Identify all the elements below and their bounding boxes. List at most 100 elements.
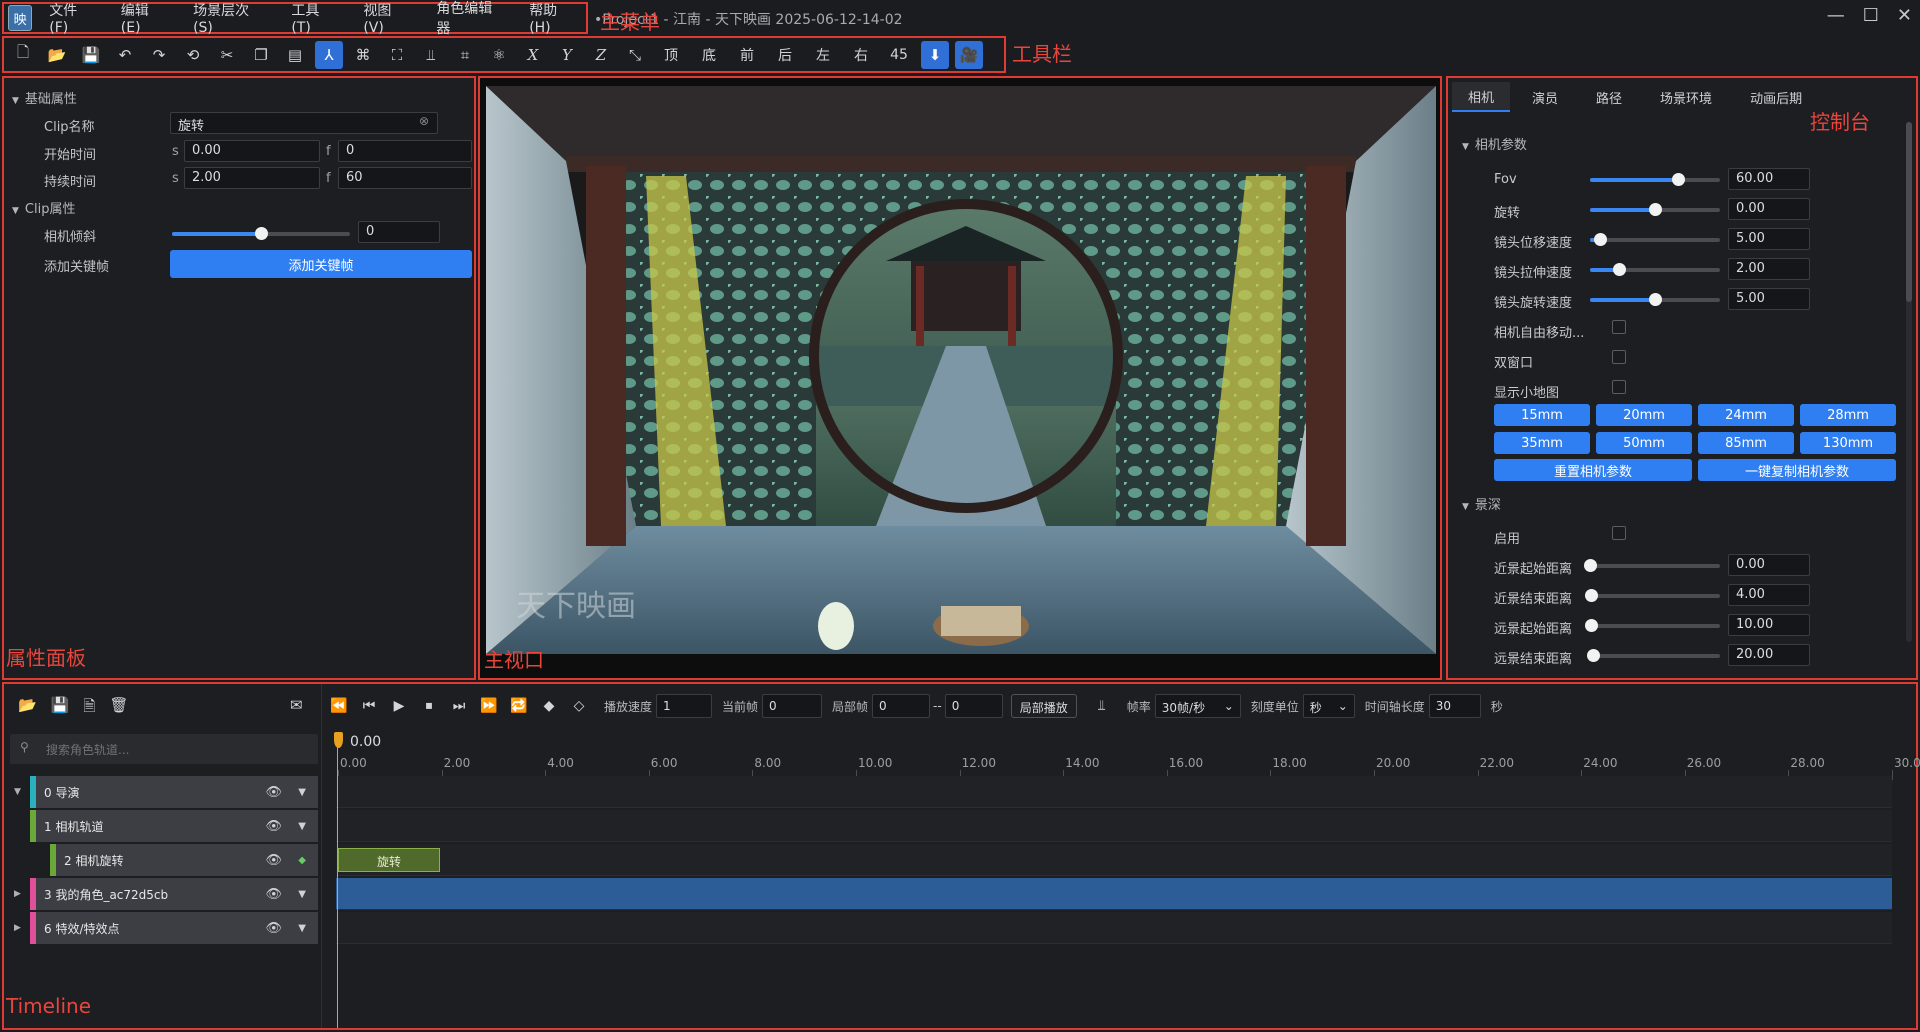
lens-24mm-button[interactable]: 24mm <box>1698 404 1794 426</box>
stop-icon[interactable]: ⏹ <box>414 692 444 720</box>
lens-85mm-button[interactable]: 85mm <box>1698 432 1794 454</box>
cut-icon[interactable]: ✂ <box>210 41 244 69</box>
local-play-button[interactable]: 局部播放 <box>1010 694 1077 718</box>
camera-param-slider-2[interactable] <box>1590 233 1720 246</box>
save-as-icon[interactable]: 🗎 <box>83 696 95 721</box>
dof-param-input-0[interactable]: 0.00 <box>1728 554 1810 576</box>
dof-param-input-1[interactable]: 4.00 <box>1728 584 1810 606</box>
lane-director[interactable] <box>336 776 1892 808</box>
expand-camera-track-icon[interactable]: ▼ <box>14 787 21 797</box>
menu-scene-hierarchy[interactable]: 场景层次(S) <box>182 0 274 36</box>
dof-param-slider-1[interactable] <box>1585 589 1720 602</box>
group-icon[interactable]: ⌘ <box>346 41 380 69</box>
dof-param-input-2[interactable]: 10.00 <box>1728 614 1810 636</box>
lane-camera-rotation[interactable]: 旋转 <box>336 844 1892 876</box>
dof-param-slider-3[interactable] <box>1586 649 1720 662</box>
slider-knob[interactable] <box>1649 293 1662 306</box>
menu-character-editor[interactable]: 角色编辑器 <box>425 0 512 38</box>
menu-edit[interactable]: 编辑(E) <box>110 0 176 36</box>
add-keyframe-button[interactable]: 添加关键帧 <box>170 250 472 278</box>
camera-tilt-input[interactable]: 0 <box>358 221 440 243</box>
camera-param-slider-0[interactable] <box>1590 173 1720 186</box>
slider-knob[interactable] <box>1672 173 1686 186</box>
lane-camera[interactable] <box>336 810 1892 842</box>
lens-130mm-button[interactable]: 130mm <box>1800 432 1896 454</box>
scene-render[interactable]: 天下映画 <box>486 86 1436 654</box>
local-frame-start-input[interactable]: 0 <box>872 694 931 718</box>
download-icon[interactable]: ⬇ <box>921 40 949 69</box>
save-icon[interactable]: 💾 <box>51 696 70 721</box>
camera-param-slider-1[interactable] <box>1590 203 1720 216</box>
view-back-button[interactable]: 后 <box>766 41 804 69</box>
maximize-icon[interactable]: ☐ <box>1863 5 1879 26</box>
view-right-button[interactable]: 右 <box>842 41 880 69</box>
axis-x-button[interactable]: X <box>516 41 550 69</box>
slider-knob[interactable] <box>1586 649 1600 662</box>
tab-camera[interactable]: 相机 <box>1452 82 1511 112</box>
menu-tools[interactable]: 工具(T) <box>280 0 346 36</box>
next-frame-icon[interactable]: ⏭ <box>444 692 474 720</box>
camera-param-input-3[interactable]: 2.00 <box>1728 258 1810 280</box>
console-scrollbar[interactable] <box>1906 122 1912 642</box>
tab-scene-environment[interactable]: 场景环境 <box>1644 82 1728 112</box>
depth-of-field-section[interactable]: ▼ 景深 <box>1462 494 1501 513</box>
camera-params-section[interactable]: ▼ 相机参数 <box>1462 134 1527 153</box>
track-effects[interactable]: 6 特效/特效点 👁 ▼ <box>30 912 318 944</box>
previous-frame-icon[interactable]: ⏮ <box>354 692 384 720</box>
paste-icon[interactable]: ▤ <box>278 41 312 69</box>
align-icon[interactable]: ⫫ <box>414 41 448 69</box>
clip-name-input[interactable]: 旋转 ⊗ <box>170 112 438 134</box>
nodes-icon[interactable]: ⚛ <box>482 41 516 69</box>
main-viewport[interactable]: 天下映画 <box>478 76 1442 680</box>
eye-icon[interactable]: 👁 <box>265 785 282 800</box>
add-keyframe-icon[interactable]: ◆ <box>534 692 564 720</box>
track-search-input[interactable]: ⚲ 搜索角色轨道... <box>10 734 318 764</box>
tab-path[interactable]: 路径 <box>1580 82 1638 112</box>
start-seconds-input[interactable]: 0.00 <box>184 140 320 162</box>
remove-keyframe-icon[interactable]: ◇ <box>564 692 594 720</box>
view-bottom-button[interactable]: 底 <box>690 41 728 69</box>
chevron-down-icon[interactable]: ▼ <box>298 889 306 900</box>
slider-knob[interactable] <box>255 227 268 240</box>
expand-effects-track-icon[interactable]: ▶ <box>14 923 21 933</box>
history-icon[interactable]: ⟲ <box>176 41 210 69</box>
clip-properties-section[interactable]: ▼ Clip属性 <box>12 198 75 217</box>
track-camera-rotation[interactable]: 2 相机旋转 👁 ◆ <box>50 844 318 876</box>
basic-properties-section[interactable]: ▼ 基础属性 <box>12 88 77 107</box>
chevron-down-icon[interactable]: ▼ <box>298 821 306 832</box>
frame-rate-select[interactable]: 30帧/秒 ⌄ <box>1154 694 1241 718</box>
free-move-checkbox[interactable] <box>1612 320 1626 334</box>
rewind-icon[interactable]: ⏪ <box>324 692 354 720</box>
expand-character-track-icon[interactable]: ▶ <box>14 889 21 899</box>
dof-enable-checkbox[interactable] <box>1612 526 1626 540</box>
duration-seconds-input[interactable]: 2.00 <box>184 167 320 189</box>
dof-param-input-3[interactable]: 20.00 <box>1728 644 1810 666</box>
align-icon[interactable]: ⫫ <box>1087 692 1117 720</box>
camera-param-input-1[interactable]: 0.00 <box>1728 198 1810 220</box>
track-director[interactable]: 0 导演 👁 ▼ <box>30 776 318 808</box>
lane-my-character[interactable] <box>336 878 1892 910</box>
camera-param-input-4[interactable]: 5.00 <box>1728 288 1810 310</box>
minimize-icon[interactable]: — <box>1827 5 1845 26</box>
eye-icon[interactable]: 👁 <box>265 853 282 868</box>
copy-camera-button[interactable]: 一键复制相机参数 <box>1698 459 1896 481</box>
chevron-down-icon[interactable]: ▼ <box>298 787 306 798</box>
view-left-button[interactable]: 左 <box>804 41 842 69</box>
menu-file[interactable]: 文件(F) <box>38 0 104 36</box>
keyframe-icon[interactable]: ◆ <box>298 855 306 866</box>
lens-35mm-button[interactable]: 35mm <box>1494 432 1590 454</box>
crop-icon[interactable]: ⌗ <box>448 41 482 69</box>
camera-icon[interactable]: 🎥 <box>955 40 983 69</box>
lens-28mm-button[interactable]: 28mm <box>1800 404 1896 426</box>
duration-frames-input[interactable]: 60 <box>338 167 472 189</box>
lens-20mm-button[interactable]: 20mm <box>1596 404 1692 426</box>
fast-forward-icon[interactable]: ⏩ <box>474 692 504 720</box>
save-icon[interactable]: 💾 <box>74 41 108 69</box>
view-45-button[interactable]: 45 <box>880 41 918 69</box>
menu-help[interactable]: 帮助(H) <box>518 0 586 36</box>
axis-z-button[interactable]: Z <box>584 41 618 69</box>
delete-icon[interactable]: 🗑 <box>109 696 128 721</box>
camera-param-slider-4[interactable] <box>1590 293 1720 306</box>
clip-rotation[interactable]: 旋转 <box>338 848 440 872</box>
view-front-button[interactable]: 前 <box>728 41 766 69</box>
